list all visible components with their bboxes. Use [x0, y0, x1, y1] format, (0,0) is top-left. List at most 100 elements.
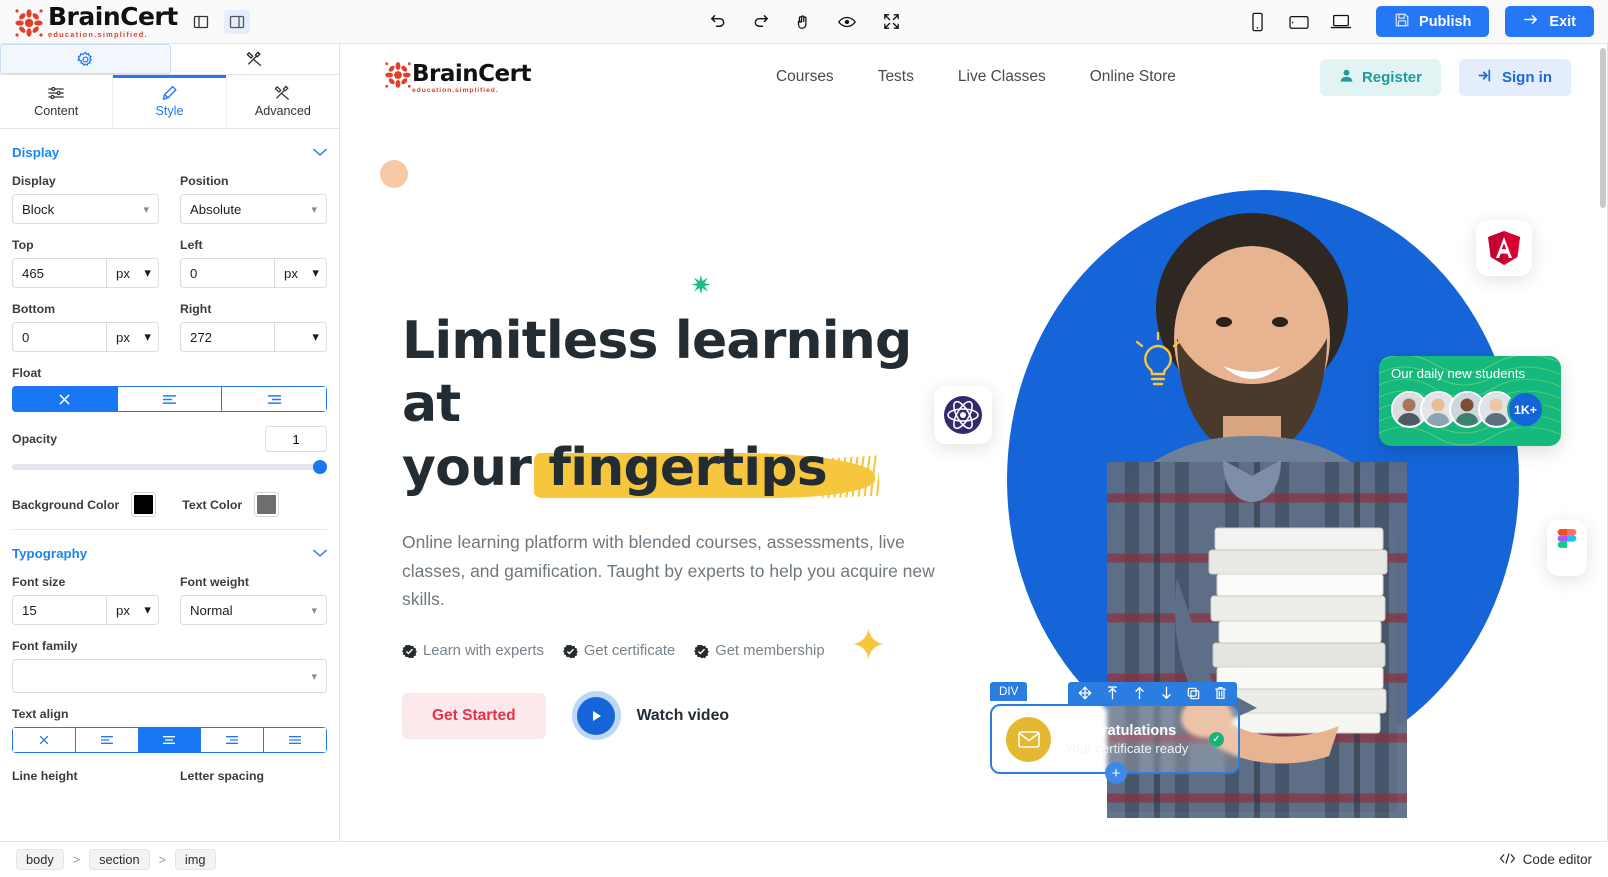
chevron-down-icon[interactable] — [313, 145, 327, 160]
nav-online-store[interactable]: Online Store — [1090, 68, 1176, 86]
bottom-input[interactable]: 0 — [12, 322, 106, 352]
left-input[interactable]: 0 — [180, 258, 274, 288]
nav-live-classes[interactable]: Live Classes — [958, 68, 1046, 86]
breadcrumb-img[interactable]: img — [174, 849, 216, 870]
watch-video-button[interactable]: Watch video — [571, 691, 729, 741]
panel-right-toggle[interactable] — [223, 9, 250, 34]
bottom-unit-select[interactable]: px ▾ — [106, 322, 159, 352]
colors-row: Background Color Text Color — [12, 492, 327, 517]
font-weight-select[interactable]: Normal ▾ — [180, 595, 327, 625]
site-brand-name: BrainCert — [412, 60, 531, 87]
move-icon[interactable] — [1078, 686, 1092, 700]
chevron-down-icon: ▾ — [311, 670, 317, 683]
tools-tab[interactable] — [171, 44, 340, 74]
bottom-field: Bottom 0 px ▾ — [12, 302, 159, 352]
copy-icon[interactable] — [1187, 687, 1200, 700]
eye-icon[interactable] — [836, 11, 858, 33]
text-align-center-button[interactable] — [137, 727, 201, 753]
top-unit-select[interactable]: px ▾ — [106, 258, 159, 288]
publish-button[interactable]: Publish — [1376, 6, 1490, 37]
text-color-swatch[interactable] — [254, 492, 280, 517]
top-label: Top — [12, 238, 34, 252]
font-size-unit-select[interactable]: px ▾ — [106, 595, 159, 625]
arrow-down-icon[interactable] — [1160, 686, 1173, 700]
topbar-center-group — [706, 11, 902, 33]
device-preview-group — [1246, 11, 1352, 33]
redo-icon[interactable] — [750, 11, 772, 33]
opacity-slider-thumb[interactable] — [313, 460, 327, 474]
student-avatars: 1K+ — [1391, 391, 1549, 428]
position-select[interactable]: Absolute ▾ — [180, 194, 327, 224]
left-unit-select[interactable]: px ▾ — [274, 258, 327, 288]
settings-tab[interactable] — [0, 44, 171, 74]
fullscreen-icon[interactable] — [880, 11, 902, 33]
text-align-left-button[interactable] — [74, 727, 138, 753]
check-circle-icon: ✓ — [1209, 731, 1224, 747]
login-icon — [1478, 68, 1494, 87]
hand-icon[interactable] — [792, 11, 814, 33]
breadcrumb-body[interactable]: body — [16, 849, 64, 870]
opacity-value-input[interactable]: 1 — [265, 426, 327, 452]
text-align-none-button[interactable] — [12, 727, 75, 753]
register-button[interactable]: Register — [1319, 58, 1441, 96]
float-none-button[interactable] — [12, 386, 117, 412]
mobile-icon[interactable] — [1246, 11, 1268, 33]
arrow-up-from-line-icon[interactable] — [1106, 686, 1119, 700]
float-segmented-control — [12, 386, 327, 412]
chevron-down-icon: ▾ — [312, 265, 319, 280]
text-align-justify-button[interactable] — [263, 727, 327, 753]
panel-left-toggle[interactable] — [188, 10, 214, 34]
top-input[interactable]: 465 — [12, 258, 106, 288]
font-weight-field: Font weight Normal ▾ — [180, 575, 327, 625]
background-color-label: Background Color — [12, 497, 120, 512]
hero-title-line1: Limitless learning at — [402, 311, 912, 435]
display-select[interactable]: Block ▾ — [12, 194, 159, 224]
line-height-field: Line height — [12, 769, 159, 789]
canvas-scrollbar[interactable] — [1599, 44, 1607, 841]
chevron-down-icon[interactable] — [313, 546, 327, 561]
trash-icon[interactable] — [1214, 686, 1227, 700]
font-size-weight-row: Font size 15 px ▾ Font weight Normal ▾ — [12, 575, 327, 625]
tab-advanced[interactable]: Advanced — [227, 75, 339, 128]
tablet-icon[interactable] — [1288, 11, 1310, 33]
code-editor-button[interactable]: Code editor — [1499, 852, 1592, 868]
breadcrumb-section[interactable]: section — [89, 849, 150, 870]
desktop-icon[interactable] — [1330, 11, 1352, 33]
nav-courses[interactable]: Courses — [776, 68, 834, 86]
right-input[interactable]: 272 — [180, 322, 274, 352]
chevron-down-icon: ▾ — [311, 604, 317, 617]
typography-section-header[interactable]: Typography — [12, 530, 327, 575]
opacity-slider[interactable] — [12, 458, 327, 476]
right-unit-select[interactable]: ▾ — [274, 322, 327, 352]
display-section-header[interactable]: Display — [12, 129, 327, 174]
signin-button[interactable]: Sign in — [1459, 58, 1571, 96]
text-align-label: Text align — [12, 707, 69, 721]
float-right-button[interactable] — [221, 386, 327, 412]
text-align-right-button[interactable] — [200, 727, 264, 753]
background-color-swatch[interactable] — [131, 492, 157, 517]
exit-button[interactable]: Exit — [1505, 6, 1594, 37]
site-header: BrainCert education.simplified. Courses … — [340, 44, 1607, 110]
daily-students-title: Our daily new students — [1391, 366, 1526, 381]
float-left-button[interactable] — [116, 386, 222, 412]
get-started-button[interactable]: Get Started — [402, 692, 546, 739]
tab-style-label: Style — [155, 104, 184, 118]
tab-content[interactable]: Content — [0, 75, 114, 128]
tab-advanced-label: Advanced — [254, 104, 311, 118]
user-icon — [1339, 68, 1354, 87]
site-brand-logo[interactable]: BrainCert education.simplified. — [382, 60, 531, 95]
play-icon — [577, 696, 616, 735]
certificate-text: Congratulations Your certificate ready — [1065, 723, 1188, 756]
undo-icon[interactable] — [706, 11, 728, 33]
font-family-select[interactable]: ▾ — [12, 659, 327, 693]
exit-arrow-icon — [1523, 12, 1540, 31]
nav-tests[interactable]: Tests — [878, 68, 914, 86]
display-label: Display — [12, 174, 56, 188]
chevron-down-icon: ▾ — [312, 329, 319, 344]
page-canvas[interactable]: BrainCert education.simplified. Courses … — [340, 44, 1608, 841]
add-element-button[interactable]: + — [1105, 762, 1127, 784]
font-size-input[interactable]: 15 — [12, 595, 106, 625]
tab-style[interactable]: Style — [113, 75, 227, 128]
verified-check-icon — [562, 644, 578, 659]
arrow-up-icon[interactable] — [1133, 686, 1146, 700]
